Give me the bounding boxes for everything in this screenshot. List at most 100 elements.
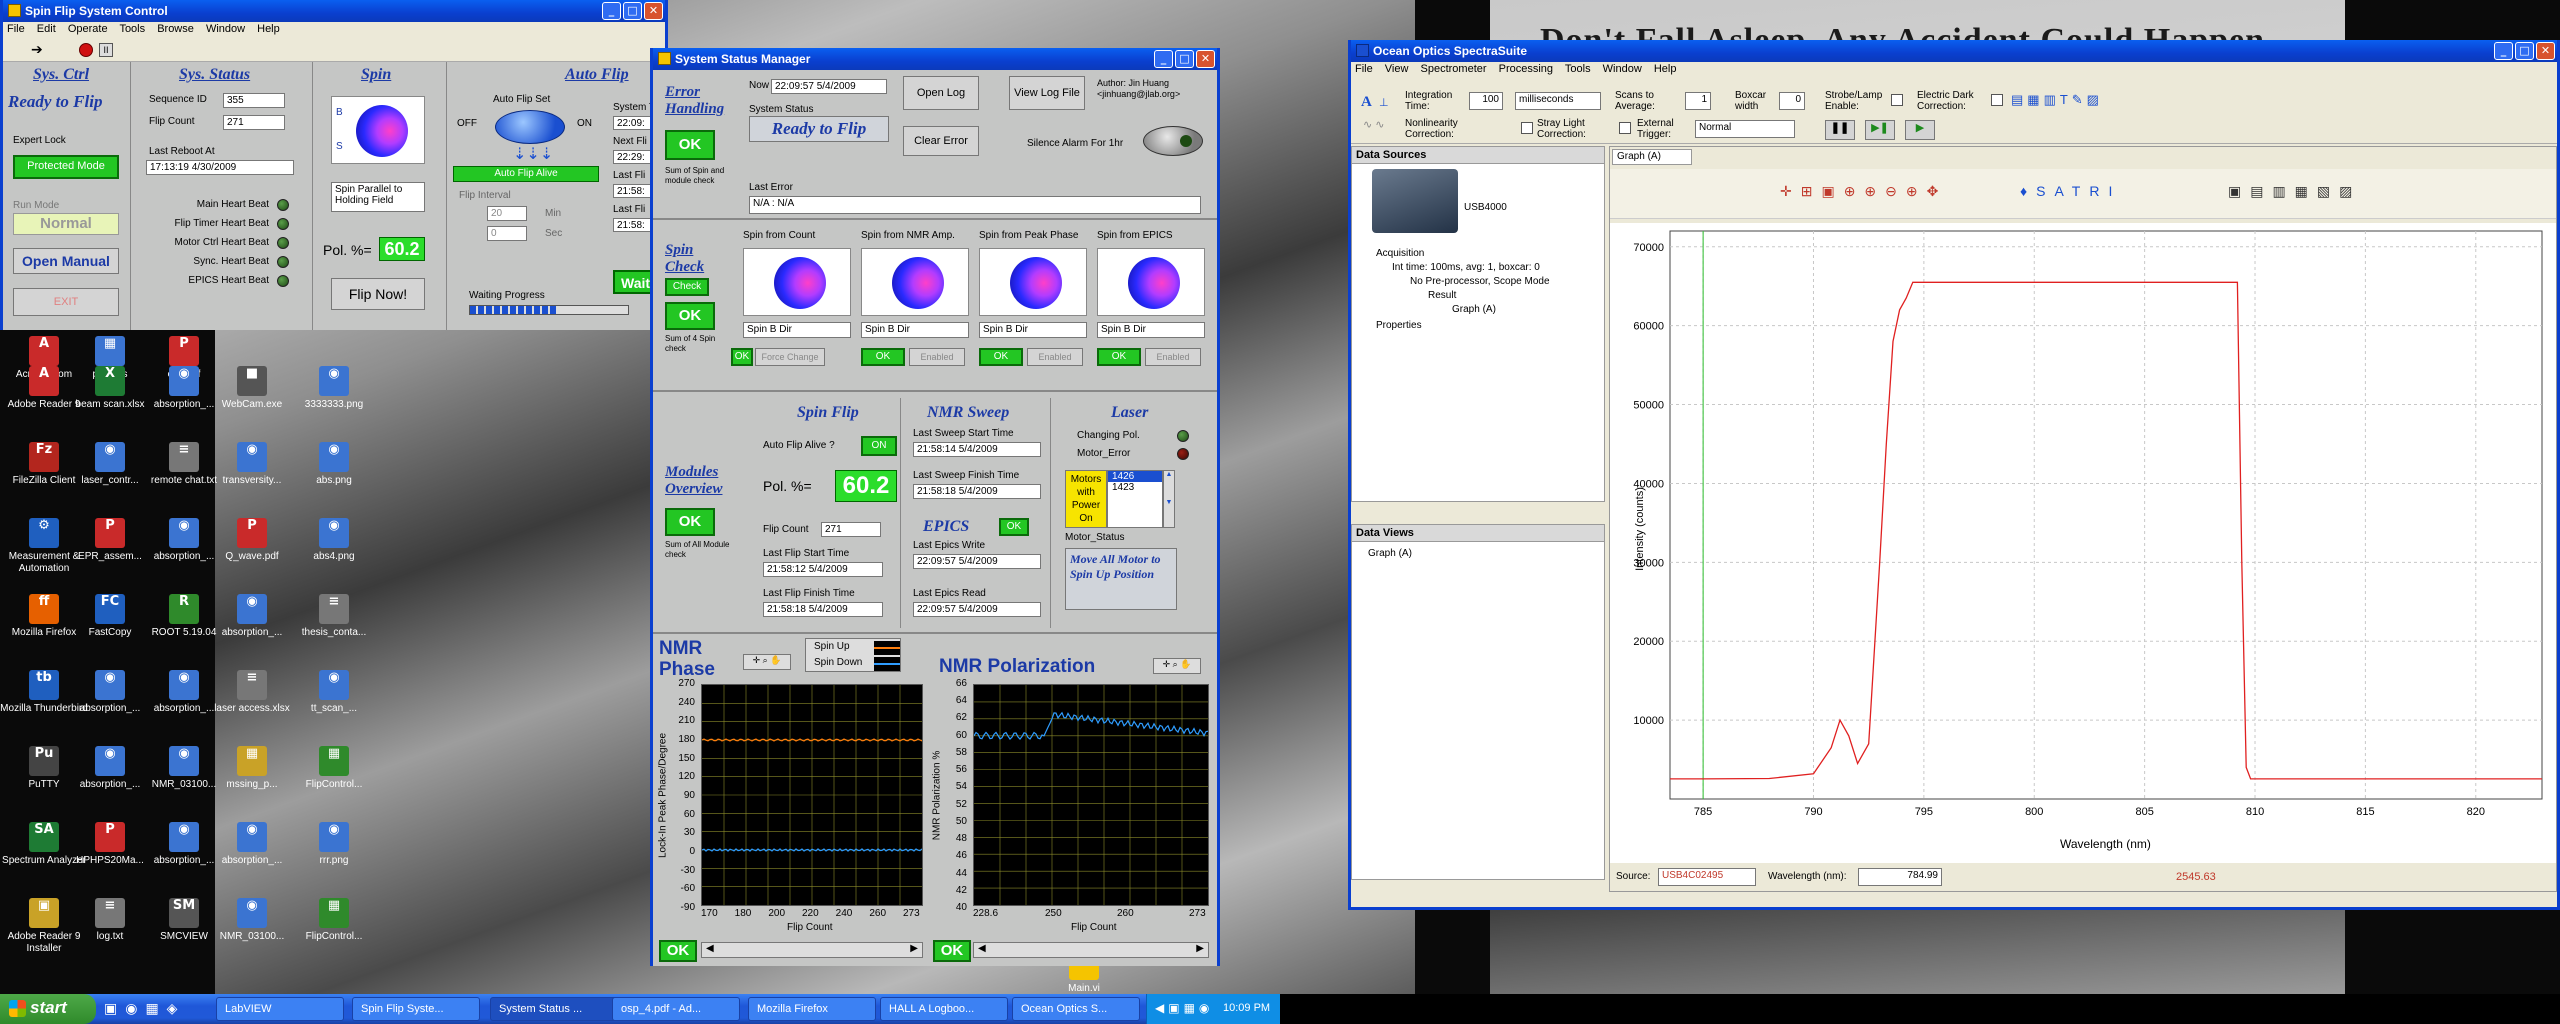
desktop-icon[interactable]: ≡ thesis_conta... [290, 594, 378, 639]
desktop-icon[interactable]: ◉ 3333333.png [290, 366, 378, 411]
silence-alarm-toggle[interactable] [1143, 126, 1203, 156]
menu-tools[interactable]: Tools [119, 23, 145, 35]
motor-list-item[interactable]: 1423 [1108, 482, 1162, 493]
device-label[interactable]: USB4000 [1464, 201, 1507, 215]
close-button[interactable]: ✕ [644, 2, 663, 20]
enabled-button[interactable]: Enabled [1145, 348, 1201, 366]
menu-file[interactable]: File [7, 23, 25, 35]
view-log-file-button[interactable]: View Log File [1009, 76, 1085, 110]
interval-sec-field[interactable]: 0 [487, 226, 527, 241]
desktop-icon[interactable]: ◉ absorption_... [208, 594, 296, 639]
maximize-button[interactable]: □ [623, 2, 642, 20]
interval-min-field[interactable]: 20 [487, 206, 527, 221]
desktop-icon[interactable]: ■ WebCam.exe [208, 366, 296, 411]
tree-preprocessor[interactable]: No Pre-processor, Scope Mode [1410, 275, 1550, 289]
wavelength-input[interactable]: 784.99 [1858, 868, 1942, 886]
desktop-icon[interactable]: ▦ FlipControl... [290, 746, 378, 791]
source-select[interactable]: USB4C02495 [1658, 868, 1756, 886]
graph-palette[interactable]: ✛ ⌕ ✋ [743, 654, 791, 670]
nmr-pol-scrollbar[interactable]: ◀ ▶ [973, 942, 1209, 958]
run-arrow-icon[interactable]: ➔ [31, 42, 43, 58]
stray-light-checkbox[interactable] [1521, 122, 1533, 134]
integration-time-input[interactable]: 100 [1469, 92, 1503, 110]
taskbar-button[interactable]: LabVIEW [216, 997, 344, 1021]
zoom-toolbar-icons[interactable]: ✛⊞▣⊕⊕⊖⊕✥ [1780, 183, 1947, 200]
annotation-icon[interactable]: A [1361, 94, 1372, 111]
quick-launch-icons[interactable]: ▣◉▦◈ [104, 1000, 185, 1017]
motor-list-item[interactable]: 1426 [1108, 471, 1162, 482]
flip-now-button[interactable]: Flip Now! [331, 278, 425, 310]
integration-unit-select[interactable]: milliseconds [1515, 92, 1601, 110]
open-manual-button[interactable]: Open Manual [13, 248, 119, 274]
clear-error-button[interactable]: Clear Error [903, 126, 979, 156]
taskbar-button[interactable]: HALL A Logboo... [880, 997, 1008, 1021]
trigger-mode-select[interactable]: Normal [1695, 120, 1795, 138]
desktop-icon[interactable]: ◉ rrr.png [290, 822, 378, 867]
menu-browse[interactable]: Browse [157, 23, 194, 35]
desktop-icon[interactable]: ◉ abs4.png [290, 518, 378, 563]
tree-result[interactable]: Result [1428, 289, 1456, 303]
open-log-button[interactable]: Open Log [903, 76, 979, 110]
nmr-phase-scrollbar[interactable]: ◀ ▶ [701, 942, 923, 958]
exit-button[interactable]: EXIT [13, 288, 119, 316]
play-button[interactable]: ▶ [1905, 120, 1935, 140]
motor-list[interactable]: 1426 1423 [1107, 470, 1163, 528]
minimize-button[interactable]: _ [602, 2, 621, 20]
menu-window[interactable]: Window [206, 23, 245, 35]
tray-icons[interactable]: ◀▣▦◉ [1155, 1001, 1213, 1015]
taskbar-button[interactable]: Spin Flip Syste... [352, 997, 480, 1021]
desktop-icon[interactable]: ◉ absorption_... [208, 822, 296, 867]
taskbar-button[interactable]: Mozilla Firefox [748, 997, 876, 1021]
scans-input[interactable]: 1 [1685, 92, 1711, 110]
enabled-button[interactable]: Enabled [1027, 348, 1083, 366]
close-button[interactable]: ✕ [1196, 50, 1215, 68]
menu-help[interactable]: Help [1654, 63, 1677, 75]
external-trigger-checkbox[interactable] [1619, 122, 1631, 134]
menu-file[interactable]: File [1355, 63, 1373, 75]
scroll-left-icon[interactable]: ◀ [978, 943, 986, 954]
protected-mode-button[interactable]: Protected Mode [13, 155, 119, 179]
tree-acquisition[interactable]: Acquisition [1376, 247, 1424, 261]
enabled-button[interactable]: Enabled [909, 348, 965, 366]
boxcar-input[interactable]: 0 [1779, 92, 1805, 110]
motor-list-scrollbar[interactable]: ▲ ▼ [1163, 470, 1175, 528]
wave-icon[interactable]: ∿ ∿ [1363, 118, 1385, 131]
menu-tools[interactable]: Tools [1565, 63, 1591, 75]
force-change-button[interactable]: Force Change [755, 348, 825, 366]
step-button[interactable]: ▶❚ [1865, 120, 1895, 140]
tree-properties[interactable]: Properties [1376, 319, 1422, 333]
abort-icon[interactable] [79, 43, 93, 57]
close-button[interactable]: ✕ [2536, 42, 2555, 60]
desktop-icon[interactable]: ▦ mssing_p... [208, 746, 296, 791]
desktop-icon[interactable]: ◉ tt_scan_... [290, 670, 378, 715]
desktop-icon[interactable]: ◉ NMR_03100... [208, 898, 296, 943]
data-views-graph[interactable]: Graph (A) [1368, 547, 1412, 561]
auto-flip-toggle[interactable] [495, 110, 565, 144]
maximize-button[interactable]: □ [2515, 42, 2534, 60]
move-all-motor-button[interactable]: Move All Motor to Spin Up Position [1065, 548, 1177, 610]
menu-help[interactable]: Help [257, 23, 280, 35]
desktop-icon[interactable]: ◉ abs.png [290, 442, 378, 487]
minimize-button[interactable]: _ [2494, 42, 2513, 60]
export-toolbar-icons[interactable]: ▣▤▥▦▧▨ [2228, 183, 2361, 200]
desktop-icon[interactable]: ≡ laser access.xlsx [208, 670, 296, 715]
desktop-icon[interactable]: ◉ transversity... [208, 442, 296, 487]
view-toolbar-icons[interactable]: ▤▦▥T✎▨ [2011, 92, 2131, 110]
scroll-left-icon[interactable]: ◀ [706, 943, 714, 954]
pause-button[interactable]: ❚❚ [1825, 120, 1855, 140]
scroll-right-icon[interactable]: ▶ [1196, 943, 1204, 954]
strobe-checkbox[interactable] [1891, 94, 1903, 106]
minimize-button[interactable]: _ [1154, 50, 1173, 68]
run-mode-select[interactable]: Normal [13, 213, 119, 235]
maximize-button[interactable]: □ [1175, 50, 1194, 68]
tree-graph[interactable]: Graph (A) [1452, 303, 1496, 317]
taskbar-button[interactable]: System Status ... [490, 997, 618, 1021]
desktop-icon[interactable]: ▦ FlipControl... [290, 898, 378, 943]
desktop-icon[interactable]: P Q_wave.pdf [208, 518, 296, 563]
menu-spectrometer[interactable]: Spectrometer [1421, 63, 1487, 75]
menu-operate[interactable]: Operate [68, 23, 108, 35]
dark-correction-checkbox[interactable] [1991, 94, 2003, 106]
tree-int-time[interactable]: Int time: 100ms, avg: 1, boxcar: 0 [1392, 261, 1540, 275]
pause-icon[interactable]: II [99, 43, 113, 57]
graph-palette[interactable]: ✛ ⌕ ✋ [1153, 658, 1201, 674]
